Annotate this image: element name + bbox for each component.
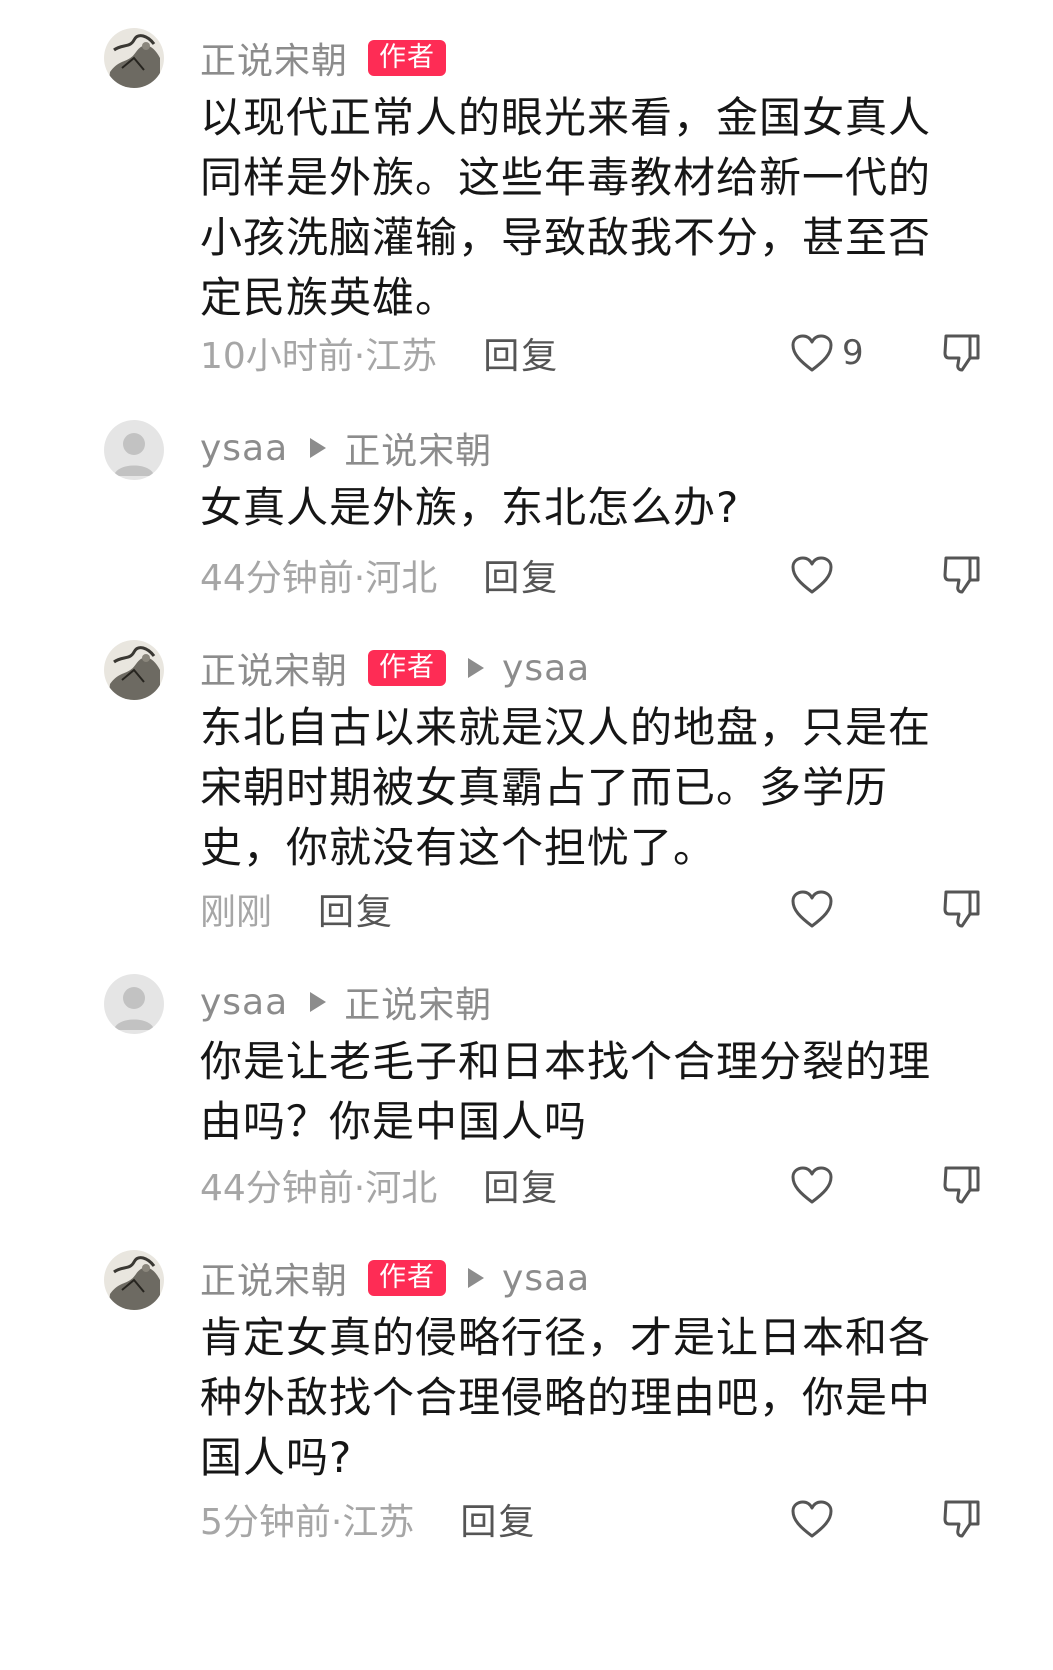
author-badge: 作者 [368, 40, 447, 76]
reply-button[interactable]: 回复 [318, 883, 394, 935]
username[interactable]: ysaa [200, 428, 288, 469]
dislike-button[interactable] [942, 1494, 982, 1544]
triangle-right-icon [310, 992, 327, 1012]
comment-text: 你是让老毛子和日本找个合理分裂的理由吗？你是中国人吗 [200, 1037, 932, 1146]
ink-painting-avatar-image [104, 1250, 164, 1310]
avatar[interactable] [104, 974, 164, 1034]
comment-header: 正说宋朝 作者 [200, 32, 447, 84]
comment-header: ysaa 正说宋朝 [200, 976, 492, 1028]
comment-meta: 刚刚 回复 [200, 884, 394, 934]
dislike-button[interactable] [942, 328, 982, 378]
triangle-right-icon [310, 438, 327, 458]
time-location: 5分钟前·江苏 [200, 1502, 415, 1543]
comment-text: 东北自古以来就是汉人的地盘，只是在宋朝时期被女真霸占了而已。多学历史，你就没有这… [200, 703, 932, 872]
time-location: 10小时前·江苏 [200, 336, 438, 377]
comment-header: 正说宋朝 作者 ysaa [200, 1252, 590, 1304]
thumbs-down-outline-icon [943, 334, 980, 372]
like-button[interactable] [790, 884, 834, 934]
time-location: 44分钟前·河北 [200, 1168, 438, 1209]
heart-outline-icon [791, 1500, 833, 1538]
comment-meta: 44分钟前·河北 回复 [200, 550, 559, 600]
triangle-right-icon [468, 658, 485, 678]
time-location: 44分钟前·河北 [200, 558, 438, 599]
heart-outline-icon [791, 890, 833, 928]
like-count: 9 [842, 333, 864, 373]
dislike-button[interactable] [942, 550, 982, 600]
time-location: 刚刚 [200, 892, 273, 933]
reply-target-username[interactable]: ysaa [502, 648, 590, 689]
comment-text: 女真人是外族，东北怎么办? [200, 483, 740, 532]
username[interactable]: ysaa [200, 982, 288, 1023]
heart-outline-icon [791, 1166, 833, 1204]
avatar[interactable] [104, 640, 164, 700]
reply-button[interactable]: 回复 [460, 1493, 536, 1545]
thumbs-down-outline-icon [943, 556, 980, 594]
username[interactable]: 正说宋朝 [200, 32, 348, 84]
avatar[interactable] [104, 1250, 164, 1310]
username[interactable]: 正说宋朝 [200, 642, 348, 694]
username[interactable]: 正说宋朝 [200, 1252, 348, 1304]
author-badge: 作者 [368, 650, 447, 686]
thumbs-down-outline-icon [943, 890, 980, 928]
comment-text: 肯定女真的侵略行径，才是让日本和各种外敌找个合理侵略的理由吧，你是中国人吗? [200, 1313, 932, 1482]
ink-painting-avatar-image [104, 28, 164, 88]
avatar[interactable] [104, 420, 164, 480]
reply-button[interactable]: 回复 [483, 549, 559, 601]
heart-outline-icon [791, 556, 833, 594]
like-button[interactable] [790, 1160, 834, 1210]
reply-target-username[interactable]: 正说宋朝 [344, 422, 492, 474]
triangle-right-icon [468, 1268, 485, 1288]
avatar[interactable] [104, 28, 164, 88]
thumbs-down-outline-icon [943, 1500, 980, 1538]
author-badge: 作者 [368, 1260, 447, 1296]
dislike-button[interactable] [942, 884, 982, 934]
comment-meta: 10小时前·江苏 回复 [200, 328, 559, 378]
dislike-button[interactable] [942, 1160, 982, 1210]
reply-button[interactable]: 回复 [483, 327, 559, 379]
comment-header: 正说宋朝 作者 ysaa [200, 642, 590, 694]
like-button[interactable] [790, 1494, 834, 1544]
reply-target-username[interactable]: 正说宋朝 [344, 976, 492, 1028]
comment-header: ysaa 正说宋朝 [200, 422, 492, 474]
thumbs-down-outline-icon [943, 1166, 980, 1204]
comment-text: 以现代正常人的眼光来看，金国女真人同样是外族。这些年毒教材给新一代的小孩洗脑灌输… [200, 93, 932, 322]
ink-painting-avatar-image [104, 640, 164, 700]
comment-meta: 5分钟前·江苏 回复 [200, 1494, 536, 1544]
default-avatar-image [104, 974, 164, 1034]
reply-button[interactable]: 回复 [483, 1159, 559, 1211]
comment-meta: 44分钟前·河北 回复 [200, 1160, 559, 1210]
like-button[interactable]: 9 [790, 328, 864, 378]
default-avatar-image [104, 420, 164, 480]
reply-target-username[interactable]: ysaa [502, 1258, 590, 1299]
like-button[interactable] [790, 550, 834, 600]
heart-outline-icon [791, 334, 833, 372]
